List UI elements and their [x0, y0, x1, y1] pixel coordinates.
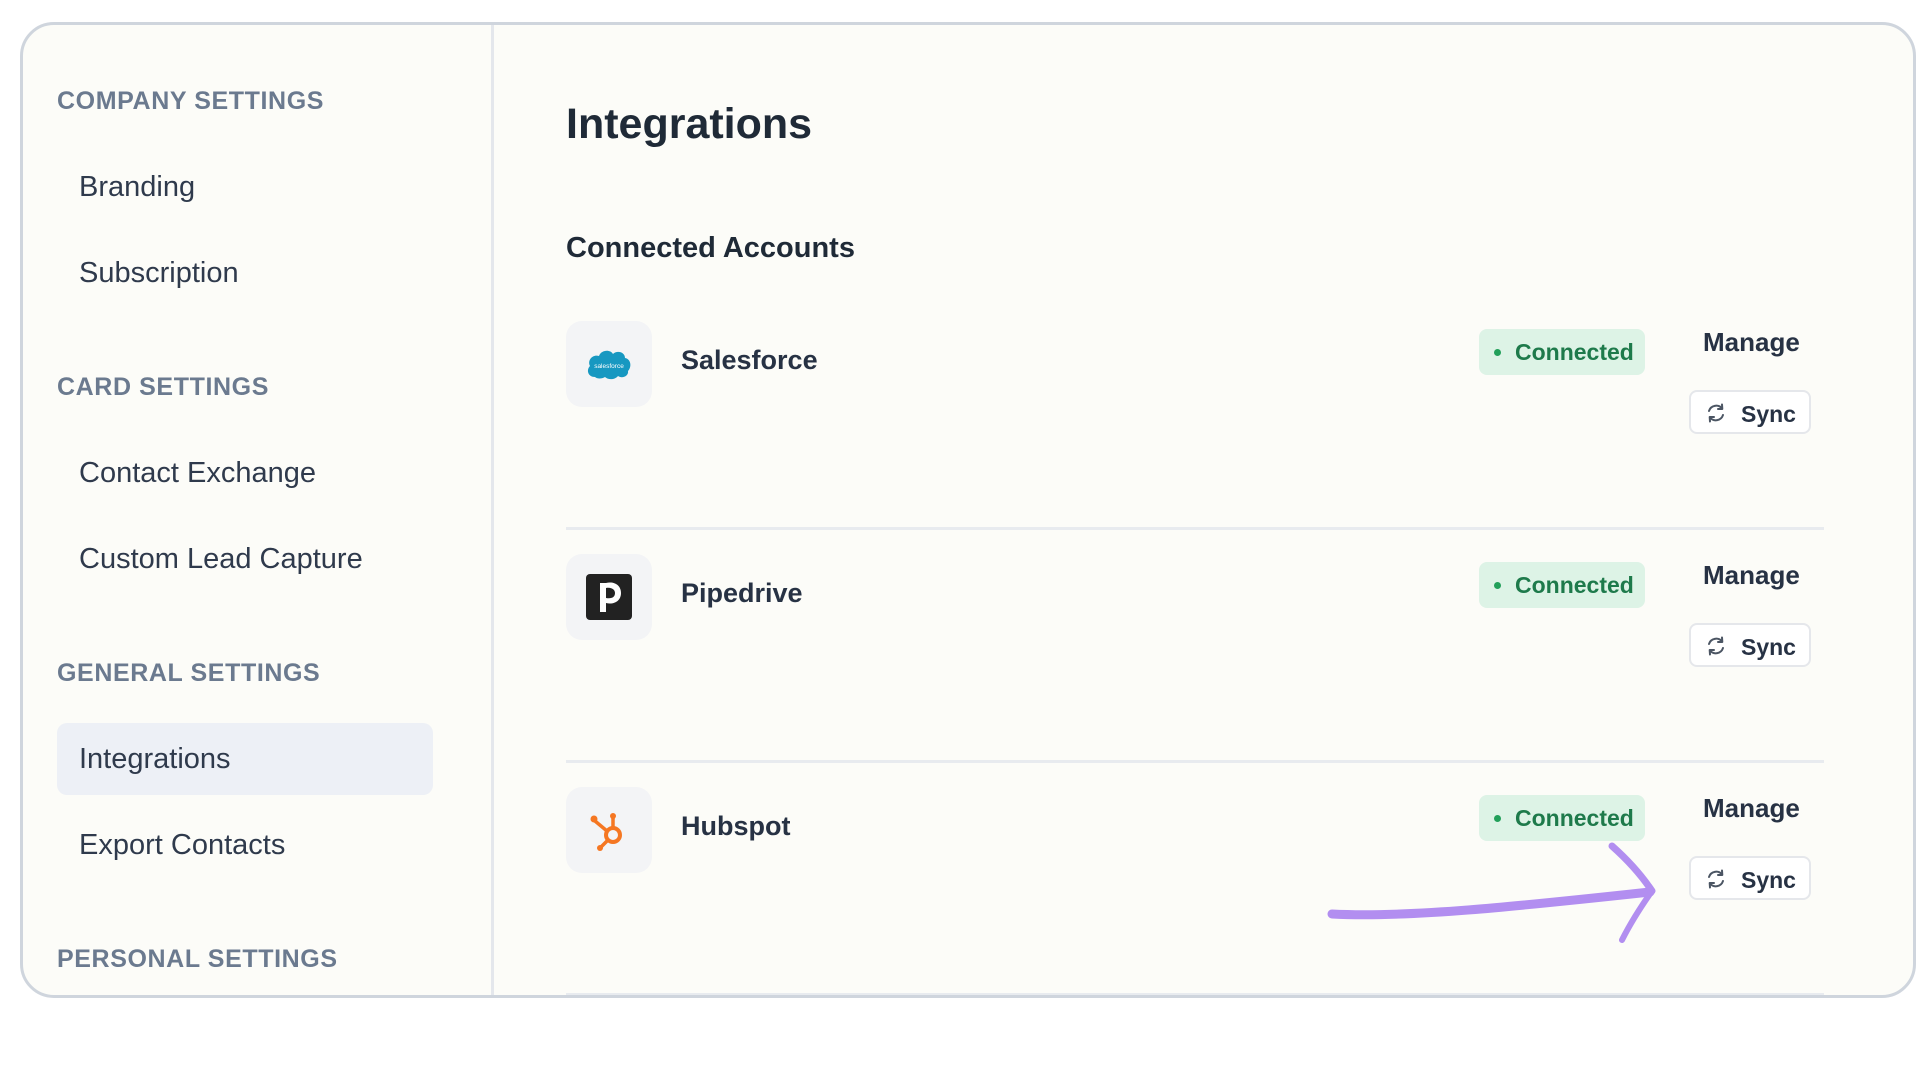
sync-icon — [1708, 636, 1724, 656]
sidebar-item-custom-lead-capture[interactable]: Custom Lead Capture — [57, 523, 433, 595]
sync-button-label: Sync — [1741, 634, 1796, 660]
integration-name-pipedrive: Pipedrive — [681, 578, 803, 608]
annotation-arrow-icon — [1327, 842, 1656, 943]
status-badge-label: Connected — [1515, 805, 1634, 831]
status-dot-icon — [1494, 582, 1501, 589]
manage-button-hubspot[interactable]: Manage — [1703, 793, 1800, 824]
sync-button-hubspot[interactable]: Sync — [1689, 856, 1811, 900]
sync-button-label: Sync — [1741, 401, 1796, 427]
sidebar-item-subscription[interactable]: Subscription — [57, 237, 433, 309]
hubspot-logo-icon — [566, 787, 652, 873]
integration-row-salesforce: salesforce Salesforce Connected Manage S… — [566, 297, 1824, 530]
sync-button-pipedrive[interactable]: Sync — [1689, 623, 1811, 667]
section-label-personal-settings: PERSONAL SETTINGS — [57, 945, 338, 973]
sync-button-salesforce[interactable]: Sync — [1689, 390, 1811, 434]
sidebar-item-integrations[interactable]: Integrations — [57, 723, 433, 795]
settings-sidebar: COMPANY SETTINGS Branding Subscription C… — [23, 25, 494, 995]
manage-button-pipedrive[interactable]: Manage — [1703, 560, 1800, 591]
status-badge-salesforce: Connected — [1479, 329, 1645, 375]
section-label-company-settings: COMPANY SETTINGS — [57, 87, 325, 115]
integration-row-pipedrive: Pipedrive Connected Manage Sync — [566, 530, 1824, 763]
status-dot-icon — [1494, 349, 1501, 356]
sync-button-label: Sync — [1741, 867, 1796, 893]
status-badge-label: Connected — [1515, 339, 1634, 365]
connected-accounts-heading: Connected Accounts — [566, 232, 855, 264]
section-label-card-settings: CARD SETTINGS — [57, 373, 269, 401]
sync-icon — [1708, 869, 1724, 889]
integration-name-salesforce: Salesforce — [681, 345, 818, 375]
integrations-panel: Integrations Connected Accounts salesfor… — [494, 25, 1913, 995]
sync-icon — [1708, 403, 1724, 423]
integration-name-hubspot: Hubspot — [681, 811, 791, 841]
section-label-general-settings: GENERAL SETTINGS — [57, 659, 321, 687]
page-title: Integrations — [566, 100, 813, 148]
status-badge-label: Connected — [1515, 572, 1634, 598]
salesforce-logo-icon: salesforce — [566, 321, 652, 407]
sidebar-item-export-contacts[interactable]: Export Contacts — [57, 809, 433, 881]
sidebar-item-contact-exchange[interactable]: Contact Exchange — [57, 437, 433, 509]
status-badge-hubspot: Connected — [1479, 795, 1645, 841]
manage-button-salesforce[interactable]: Manage — [1703, 327, 1800, 358]
status-dot-icon — [1494, 815, 1501, 822]
status-badge-pipedrive: Connected — [1479, 562, 1645, 608]
salesforce-logo-text: salesforce — [594, 363, 624, 370]
sidebar-item-branding[interactable]: Branding — [57, 151, 433, 223]
pipedrive-logo-icon — [566, 554, 652, 640]
